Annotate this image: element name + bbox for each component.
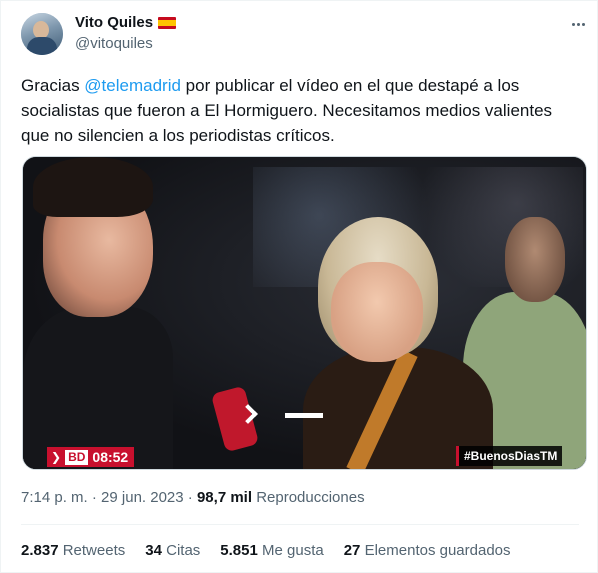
video-person-center [303,217,493,469]
tweet-card: Vito Quiles @vitoquiles Gracias @telemad… [0,0,598,573]
divider [21,524,579,525]
video-player[interactable]: ❯ BD 08:52 #BuenosDiasTM [22,156,587,470]
channel-logo: BD [65,449,89,465]
likes-stat[interactable]: 5.851 Me gusta [220,541,323,561]
avatar[interactable] [21,13,63,55]
tweet-text: Gracias @telemadrid por publicar el víde… [21,73,581,148]
likes-count: 5.851 [220,542,258,559]
views-count: 98,7 mil [196,489,253,506]
author-name[interactable]: Vito Quiles [75,13,177,33]
retweets-stat[interactable]: 2.837 Retweets [21,541,125,561]
arrow-icon: ❯ [51,450,62,464]
quotes-label: Citas [166,542,201,559]
tweet-time[interactable]: 7:14 p. m. [21,489,88,506]
bookmarks-stat[interactable]: 27 Elementos guardados [344,541,511,561]
hashtag-overlay: #BuenosDiasTM [456,446,563,466]
author-handle[interactable]: @vitoquiles [75,34,153,54]
meta-separator: · [187,489,193,506]
meta-separator: · [91,489,97,506]
likes-label: Me gusta [262,542,324,559]
broadcast-time: 08:52 [92,449,129,465]
overlay-dash [285,413,323,418]
tweet-text-start: Gracias [21,76,85,95]
quotes-stat[interactable]: 34 Citas [145,541,200,561]
retweets-label: Retweets [62,542,126,559]
tweet-meta: 7:14 p. m. · 29 jun. 2023 · 98,7 mil Rep… [21,488,365,508]
bookmarks-label: Elementos guardados [364,542,511,559]
engagement-stats: 2.837 Retweets 34 Citas 5.851 Me gusta 2… [21,541,511,561]
more-options-icon[interactable] [567,15,589,33]
author-name-text[interactable]: Vito Quiles [75,13,153,33]
video-person-left [23,157,173,469]
mention-link[interactable]: @telemadrid [84,76,181,95]
bookmarks-count: 27 [343,542,361,559]
retweets-count: 2.837 [21,542,59,559]
channel-time-badge: ❯ BD 08:52 [47,447,135,467]
tweet-date[interactable]: 29 jun. 2023 [101,489,184,506]
views-label: Reproducciones [256,489,365,506]
quotes-count: 34 [145,542,162,559]
spain-flag-icon [158,17,177,29]
